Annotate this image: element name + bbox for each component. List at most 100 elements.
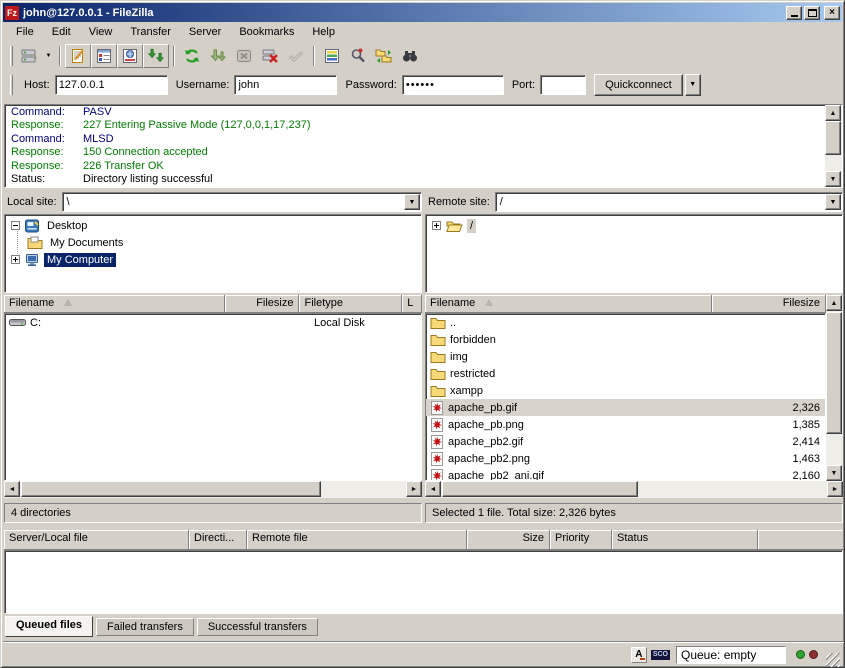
expand-icon[interactable] [11, 255, 20, 264]
column-header-filetype[interactable]: Filetype [299, 295, 402, 313]
log-scrollbar-thumb[interactable] [825, 121, 841, 155]
remote-file-row[interactable]: apache_pb2_ani.gif 2,160 [426, 467, 825, 481]
disconnect-button[interactable] [257, 44, 283, 68]
column-header-priority[interactable]: Priority [550, 530, 612, 550]
remote-status-bar: Selected 1 file. Total size: 2,326 bytes [425, 503, 843, 523]
process-queue-button[interactable] [205, 44, 231, 68]
maximize-button[interactable] [804, 6, 820, 20]
scroll-up-icon[interactable]: ▲ [825, 105, 841, 121]
image-file-icon [430, 401, 444, 415]
title-bar[interactable]: Fz john@127.0.0.1 - FileZilla × [3, 3, 842, 22]
toggle-transfer-queue-button[interactable] [143, 44, 169, 68]
log-scrollbar[interactable]: ▲ ▼ [825, 105, 842, 187]
menu-view[interactable]: View [80, 24, 122, 40]
remote-file-row[interactable]: apache_pb2.gif 2,414 [426, 433, 825, 450]
tab-successful-transfers[interactable]: Successful transfers [197, 618, 318, 636]
remote-file-row[interactable]: .. [426, 314, 825, 331]
quickconnect-button[interactable]: Quickconnect [594, 74, 683, 96]
host-input[interactable] [55, 75, 168, 95]
local-hscrollbar-thumb[interactable] [21, 481, 321, 497]
username-input[interactable] [234, 75, 337, 95]
local-site-dropdown[interactable]: ▼ [404, 194, 420, 210]
remote-file-row[interactable]: img [426, 348, 825, 365]
synchronized-browsing-button[interactable] [371, 44, 397, 68]
file-type: Local Disk [314, 317, 365, 329]
column-header-filesize[interactable]: Filesize [225, 295, 300, 313]
scroll-down-icon[interactable]: ▼ [826, 465, 842, 481]
column-header-status[interactable]: Status [612, 530, 758, 550]
tab-queued-files[interactable]: Queued files [5, 616, 93, 637]
column-header-filename[interactable]: Filename [425, 295, 712, 313]
directory-comparison-button[interactable] [345, 44, 371, 68]
column-header-remote-file[interactable]: Remote file [247, 530, 467, 550]
remote-hscrollbar-thumb[interactable] [442, 481, 638, 497]
scroll-down-icon[interactable]: ▼ [825, 171, 841, 187]
password-input[interactable] [402, 75, 504, 95]
site-manager-button[interactable] [16, 44, 42, 68]
toggle-log-view-button[interactable] [65, 44, 91, 68]
scroll-left-icon[interactable]: ◄ [4, 481, 20, 497]
refresh-button[interactable] [179, 44, 205, 68]
remote-site-combobox[interactable]: / ▼ [495, 192, 843, 212]
remote-list-header: Filename Filesize [425, 295, 826, 313]
quickconnect-dropdown[interactable]: ▼ [685, 74, 701, 96]
tree-item-my-computer[interactable]: My Computer [11, 251, 116, 268]
remote-site-dropdown[interactable]: ▼ [825, 194, 841, 210]
menu-server[interactable]: Server [180, 24, 230, 40]
column-header-filesize[interactable]: Filesize [712, 295, 826, 313]
column-header-filename[interactable]: Filename [4, 295, 225, 313]
resize-grip[interactable] [826, 653, 840, 667]
port-input[interactable] [540, 75, 586, 95]
column-header-size[interactable]: Size [467, 530, 550, 550]
image-file-icon [430, 418, 444, 432]
remote-file-row[interactable]: restricted [426, 365, 825, 382]
remote-file-row-selected[interactable]: apache_pb.gif 2,326 [426, 399, 825, 416]
toggle-local-treeview-button[interactable] [91, 44, 117, 68]
process-queue-icon [209, 47, 227, 65]
reconnect-button[interactable] [283, 44, 309, 68]
local-site-label: Local site: [4, 196, 57, 208]
scroll-right-icon[interactable]: ► [827, 481, 843, 497]
column-header-server-local-file[interactable]: Server/Local file [4, 530, 189, 550]
column-header-direction[interactable]: Directi... [189, 530, 247, 550]
menu-help[interactable]: Help [303, 24, 344, 40]
site-manager-dropdown[interactable]: ▼ [42, 45, 55, 67]
menu-bar: File Edit View Transfer Server Bookmarks… [3, 22, 842, 42]
scroll-right-icon[interactable]: ► [406, 481, 422, 497]
remote-file-row[interactable]: apache_pb.png 1,385 [426, 416, 825, 433]
scroll-left-icon[interactable]: ◄ [425, 481, 441, 497]
menu-bookmarks[interactable]: Bookmarks [230, 24, 303, 40]
close-button[interactable]: × [824, 6, 840, 20]
toggle-remote-treeview-button[interactable] [117, 44, 143, 68]
local-file-row[interactable]: C: Local Disk [5, 314, 421, 331]
collapse-icon[interactable] [11, 221, 20, 230]
tree-item-my-documents[interactable]: My Documents [27, 234, 126, 251]
menu-edit[interactable]: Edit [43, 24, 80, 40]
remote-file-row[interactable]: apache_pb2.png 1,463 [426, 450, 825, 467]
tree-item-root[interactable]: / [432, 217, 476, 234]
file-size: 2,414 [760, 436, 820, 448]
activity-led-red-icon [809, 650, 818, 659]
remote-file-row[interactable]: forbidden [426, 331, 825, 348]
menu-file[interactable]: File [7, 24, 43, 40]
queue-body[interactable] [4, 550, 843, 614]
tab-failed-transfers[interactable]: Failed transfers [96, 618, 194, 636]
remote-scrollbar-thumb[interactable] [826, 312, 842, 434]
scroll-up-icon[interactable]: ▲ [826, 295, 842, 311]
directory-filters-button[interactable] [319, 44, 345, 68]
find-files-button[interactable] [397, 44, 423, 68]
tree-item-desktop[interactable]: Desktop [11, 217, 90, 234]
cancel-operation-button[interactable] [231, 44, 257, 68]
file-name: xampp [450, 385, 483, 397]
remote-hscrollbar[interactable]: ◄ ► [425, 481, 843, 498]
remote-file-row[interactable]: xampp [426, 382, 825, 399]
menu-transfer[interactable]: Transfer [121, 24, 180, 40]
file-size: 2,160 [760, 470, 820, 482]
local-hscrollbar[interactable]: ◄ ► [4, 481, 422, 498]
column-header-last-modified[interactable]: L [402, 295, 422, 313]
remote-list-scrollbar[interactable]: ▲ ▼ [826, 295, 843, 481]
local-site-combobox[interactable]: \ ▼ [62, 192, 422, 212]
expand-icon[interactable] [432, 221, 441, 230]
open-folder-icon [446, 219, 463, 232]
minimize-button[interactable] [786, 6, 802, 20]
